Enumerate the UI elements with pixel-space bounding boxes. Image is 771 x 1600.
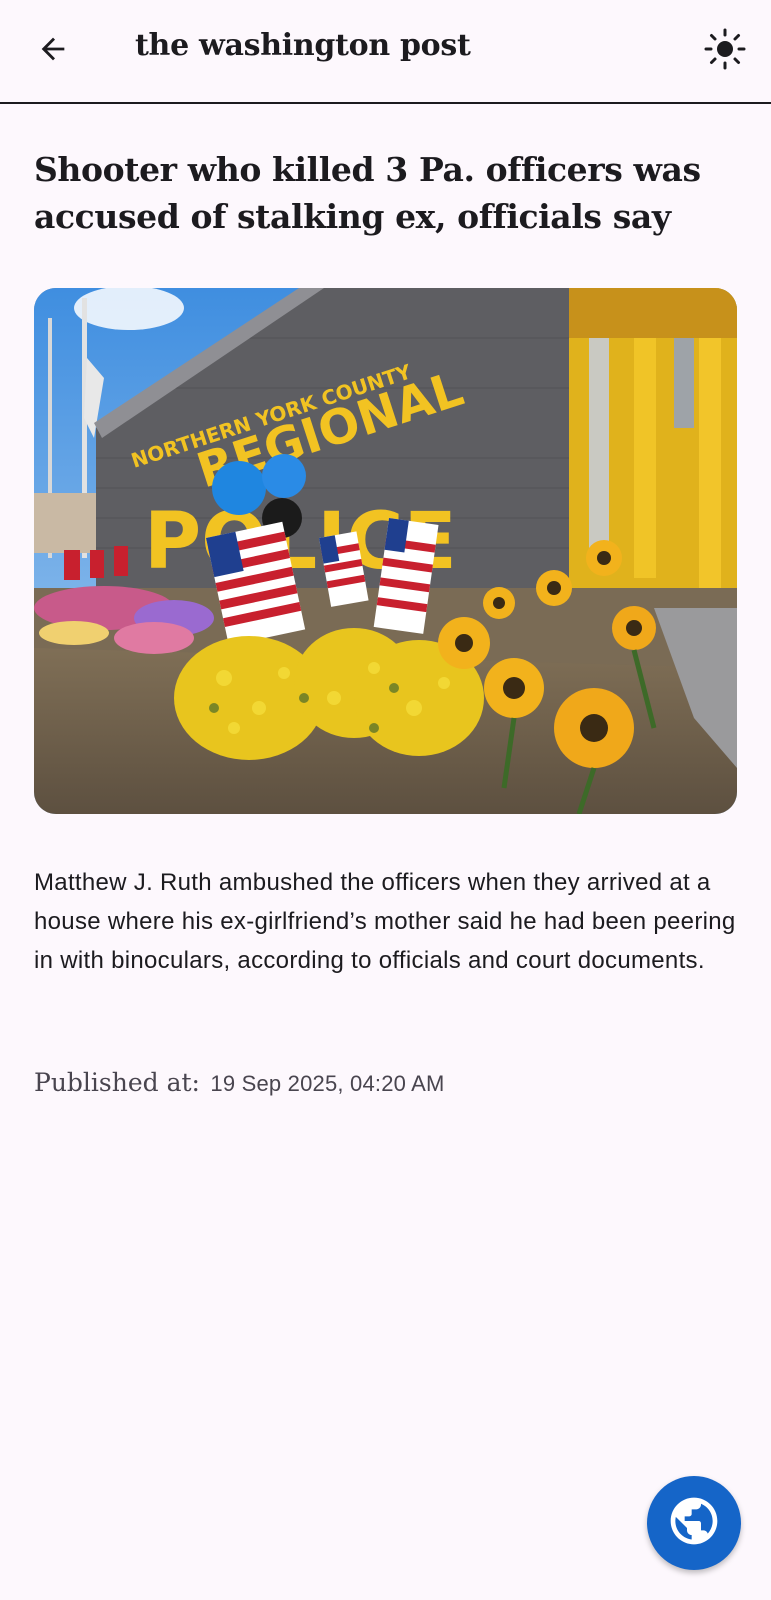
back-button[interactable] [28,26,78,76]
article-description: Matthew J. Ruth ambushed the officers wh… [34,869,736,974]
open-in-browser-button[interactable] [647,1476,741,1570]
article-screen: the washington post Shooter who killed 3… [0,0,771,1600]
top-app-bar: the washington post [0,0,771,104]
arrow-back-icon [36,32,70,71]
sun-icon [704,28,746,75]
app-title: the washington post [135,28,471,63]
globe-icon [666,1493,722,1554]
theme-toggle-button[interactable] [700,26,750,76]
published-date: 19 Sep 2025, 04:20 AM [210,1071,445,1096]
article-headline: Shooter who killed 3 Pa. officers was ac… [34,150,701,236]
published-line: Published at: 19 Sep 2025, 04:20 AM [34,1068,445,1097]
article-hero-image: NORTHERN YORK COUNTY REGIONAL POLICE [34,288,737,814]
published-label: Published at: [34,1068,200,1097]
